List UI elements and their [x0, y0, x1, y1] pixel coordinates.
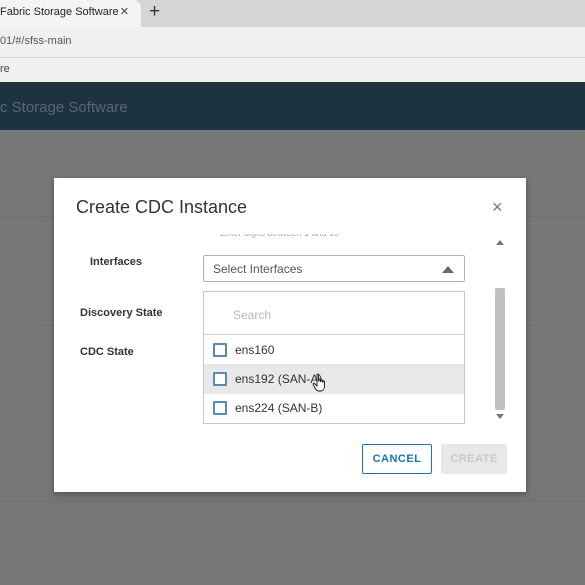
url-text[interactable]: 01/#/sfss-main: [0, 35, 72, 47]
dropdown-search: [204, 292, 464, 335]
option-label: ens192 (SAN-A): [235, 372, 323, 386]
bookmark-item[interactable]: re: [0, 63, 10, 75]
option-checkbox[interactable]: [213, 343, 227, 357]
dropdown-option[interactable]: ens224 (SAN-B): [204, 393, 464, 423]
option-label: ens224 (SAN-B): [235, 401, 323, 415]
app-header: c Storage Software: [0, 82, 585, 130]
create-cdc-modal: Create CDC Instance × Enter digits betwe…: [54, 178, 526, 492]
option-checkbox[interactable]: [213, 372, 227, 386]
tab-close-icon[interactable]: ×: [120, 3, 129, 20]
dropdown-search-input[interactable]: [233, 308, 433, 322]
new-tab-icon[interactable]: +: [149, 1, 160, 23]
caret-up-icon[interactable]: [442, 266, 454, 273]
interfaces-label: Interfaces: [90, 256, 142, 268]
scrollbar-thumb[interactable]: [495, 288, 505, 410]
app-title: c Storage Software: [0, 99, 128, 116]
discovery-state-label: Discovery State: [80, 307, 163, 319]
scroll-down-icon[interactable]: [496, 414, 504, 419]
background-divider: [0, 500, 585, 501]
address-bar[interactable]: 01/#/sfss-main: [0, 27, 585, 57]
tab-title: Fabric Storage Software: [0, 6, 119, 18]
browser-tab[interactable]: Fabric Storage Software ×: [0, 0, 141, 27]
modal-title: Create CDC Instance: [76, 197, 248, 217]
option-checkbox[interactable]: [213, 401, 227, 415]
browser-tabstrip: Fabric Storage Software × +: [0, 0, 585, 27]
cancel-button[interactable]: CANCEL: [362, 444, 432, 474]
dropdown-option[interactable]: ens192 (SAN-A): [204, 364, 464, 394]
cdc-state-label: CDC State: [80, 346, 134, 358]
interfaces-select[interactable]: Select Interfaces: [203, 255, 465, 282]
hand-cursor-icon: [312, 373, 325, 392]
close-icon[interactable]: ×: [492, 198, 503, 216]
option-label: ens160: [235, 343, 275, 357]
interfaces-select-placeholder: Select Interfaces: [213, 262, 303, 276]
dropdown-option[interactable]: ens160: [204, 335, 464, 365]
create-button[interactable]: CREATE: [441, 444, 507, 474]
bookmarks-bar: re: [0, 57, 585, 82]
truncated-hint-text: Enter digits between 1 and 10: [220, 228, 340, 238]
scroll-up-icon[interactable]: [496, 240, 504, 245]
interfaces-dropdown: ens160 ens192 (SAN-A) ens224 (SAN-B): [203, 291, 465, 424]
modal-scrollbar[interactable]: [494, 238, 506, 422]
